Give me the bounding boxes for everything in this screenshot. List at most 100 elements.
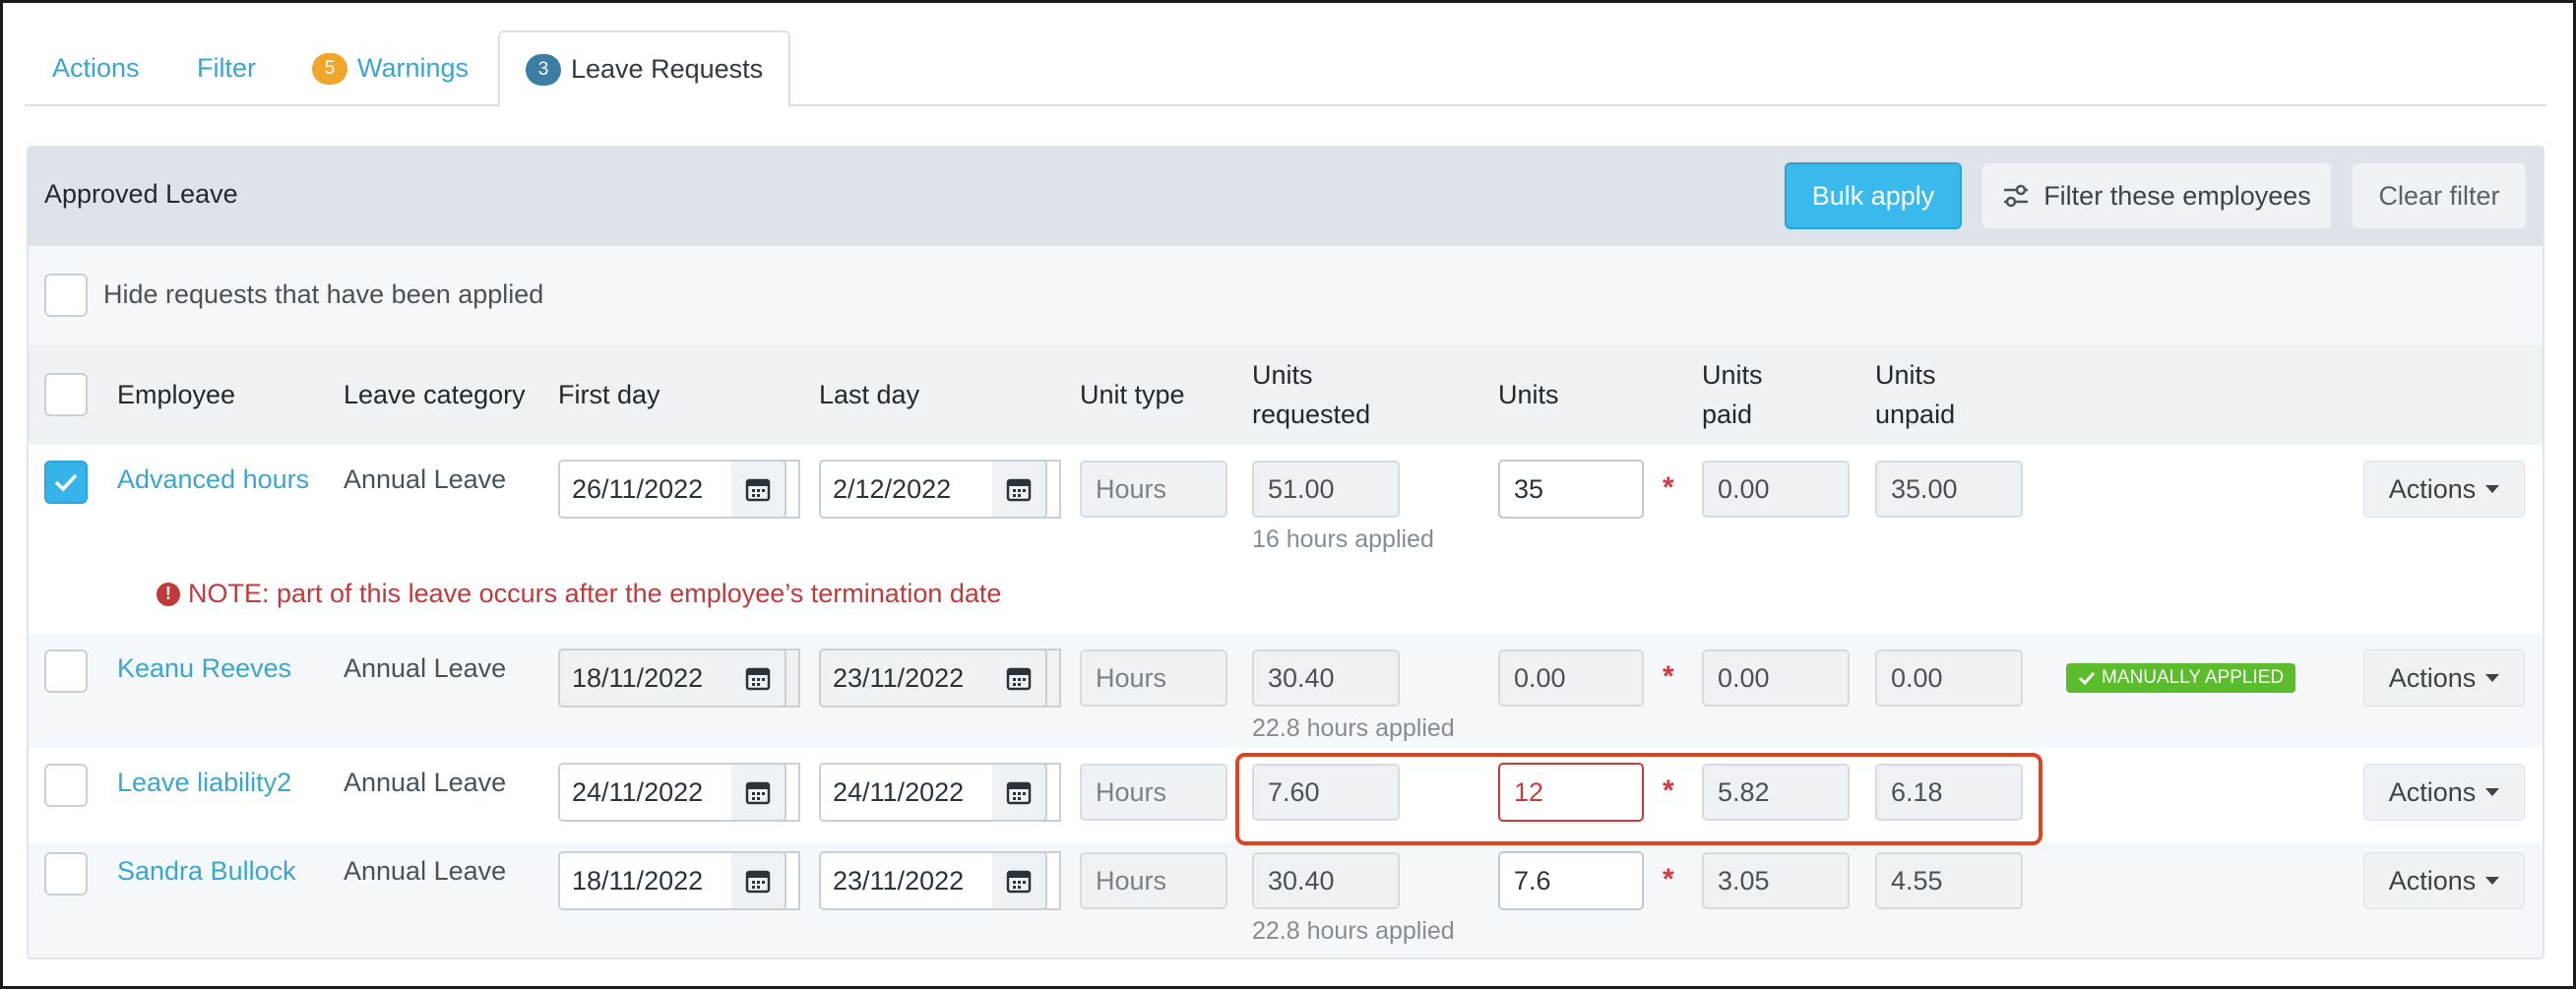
row-checkbox[interactable]: [44, 852, 88, 896]
row-actions-dropdown[interactable]: Actions: [2363, 764, 2525, 821]
units-requested-field: 30.40: [1252, 649, 1400, 707]
col-units-unpaid: Units unpaid: [1875, 355, 1955, 434]
col-employee: Employee: [117, 380, 236, 409]
unit-type-field: Hours: [1080, 852, 1227, 909]
calendar-icon[interactable]: [992, 851, 1047, 910]
col-units-paid-line2: paid: [1702, 400, 1753, 429]
tab-bar: Actions Filter 5 Warnings 3 Leave Reques…: [25, 31, 2546, 108]
highlight-annotation: [1235, 753, 2042, 845]
col-leave-category: Leave category: [344, 380, 526, 409]
filter-employees-button[interactable]: Filter these employees: [1981, 162, 2332, 229]
calendar-icon[interactable]: [731, 851, 786, 910]
check-icon: [2078, 671, 2096, 686]
leave-category: Annual Leave: [344, 768, 507, 797]
col-units: Units: [1498, 380, 1559, 409]
row-actions-dropdown[interactable]: Actions: [2363, 649, 2525, 707]
employee-link[interactable]: Keanu Reeves: [117, 653, 291, 684]
row-actions-label: Actions: [2388, 662, 2477, 693]
manually-applied-badge: MANUALLY APPLIED: [2066, 663, 2296, 693]
employee-link[interactable]: Sandra Bullock: [117, 856, 296, 887]
col-units-requested-line2: requested: [1252, 400, 1371, 429]
unit-type-field: Hours: [1080, 764, 1227, 821]
units-paid-field: 0.00: [1702, 649, 1850, 707]
caret-down-icon: [2485, 788, 2500, 796]
tab-filter-label: Filter: [197, 53, 256, 83]
row-actions-dropdown[interactable]: Actions: [2363, 461, 2525, 518]
col-units-unpaid-line2: unpaid: [1875, 400, 1956, 429]
leave-category: Annual Leave: [344, 464, 507, 494]
tab-leave-requests-label: Leave Requests: [571, 54, 764, 84]
calendar-icon: [731, 649, 786, 708]
row-actions-dropdown[interactable]: Actions: [2363, 852, 2525, 909]
calendar-icon[interactable]: [731, 763, 786, 822]
units-input[interactable]: 7.6: [1498, 851, 1644, 910]
tab-actions[interactable]: Actions: [52, 31, 140, 106]
employee-link[interactable]: Advanced hours: [117, 464, 309, 495]
calendar-icon: [992, 649, 1047, 708]
unit-type-field: Hours: [1080, 461, 1227, 518]
filter-employees-label: Filter these employees: [2043, 180, 2311, 211]
units-requested-field: 30.40: [1252, 852, 1400, 909]
termination-warning: ! NOTE: part of this leave occurs after …: [157, 579, 1001, 609]
col-units-requested-line1: Units: [1252, 360, 1313, 390]
caret-down-icon: [2485, 674, 2500, 682]
last-day-picker: 24/11/2022: [819, 763, 1305, 822]
units-unpaid-field: 4.55: [1875, 852, 2023, 909]
calendar-icon[interactable]: [731, 460, 786, 519]
col-units-requested: Units requested: [1252, 355, 1370, 434]
hours-applied-note: 16 hours applied: [1252, 525, 1434, 553]
row-actions-label: Actions: [2388, 776, 2477, 807]
required-marker: *: [1663, 863, 1674, 896]
manually-applied-label: MANUALLY APPLIED: [2102, 667, 2285, 688]
col-unit-type: Unit type: [1080, 380, 1185, 409]
table-header: Employee Leave category First day Last d…: [29, 344, 2543, 445]
sliders-icon: [2004, 184, 2029, 208]
leave-requests-count-badge: 3: [526, 53, 561, 86]
required-marker: *: [1663, 660, 1674, 693]
panel-header: Approved Leave Bulk apply Filter these e…: [29, 148, 2543, 246]
row-checkbox[interactable]: [44, 461, 88, 504]
table-row: Keanu Reeves Annual Leave 18/11/2022 23/…: [29, 634, 2543, 748]
row-actions-label: Actions: [2388, 473, 2477, 504]
tab-warnings[interactable]: 5 Warnings: [312, 31, 469, 106]
panel-title: Approved Leave: [44, 179, 238, 209]
tab-filter[interactable]: Filter: [197, 31, 256, 106]
calendar-icon[interactable]: [992, 460, 1047, 519]
last-day-picker: 23/11/2022: [819, 851, 1305, 910]
row-actions-label: Actions: [2388, 865, 2477, 896]
hide-applied-label: Hide requests that have been applied: [103, 279, 544, 309]
bulk-apply-button[interactable]: Bulk apply: [1785, 162, 1962, 229]
units-unpaid-field: 35.00: [1875, 461, 2023, 518]
table-row: Advanced hours Annual Leave 26/11/2022 2…: [29, 445, 2543, 634]
leave-category: Annual Leave: [344, 856, 507, 886]
clear-filter-button[interactable]: Clear filter: [2352, 162, 2527, 229]
last-day-picker: 23/11/2022: [819, 649, 1305, 708]
last-day-picker: 2/12/2022: [819, 460, 1305, 519]
unit-type-field: Hours: [1080, 649, 1227, 707]
warnings-count-badge: 5: [312, 52, 347, 85]
exclamation-icon: !: [157, 582, 180, 606]
hide-applied-row: Hide requests that have been applied: [29, 246, 2543, 344]
hours-applied-note: 22.8 hours applied: [1252, 714, 1455, 742]
col-units-paid-line1: Units: [1702, 360, 1763, 390]
hours-applied-note: 22.8 hours applied: [1252, 917, 1455, 945]
calendar-icon[interactable]: [992, 763, 1047, 822]
units-input[interactable]: 35: [1498, 460, 1644, 519]
units-requested-field: 51.00: [1252, 461, 1400, 518]
leave-category: Annual Leave: [344, 653, 507, 683]
units-paid-field: 0.00: [1702, 461, 1850, 518]
required-marker: *: [1663, 471, 1674, 504]
select-all-checkbox[interactable]: [44, 373, 88, 416]
units-field: 0.00: [1498, 649, 1644, 707]
termination-warning-text: NOTE: part of this leave occurs after th…: [188, 579, 1002, 608]
employee-link[interactable]: Leave liability2: [117, 768, 291, 798]
row-checkbox[interactable]: [44, 764, 88, 807]
checkmark-icon: [54, 473, 78, 492]
hide-applied-checkbox[interactable]: [44, 274, 88, 317]
col-first-day: First day: [558, 380, 660, 409]
tab-actions-label: Actions: [52, 53, 140, 83]
col-last-day: Last day: [819, 380, 920, 409]
tab-warnings-label: Warnings: [357, 53, 470, 83]
row-checkbox[interactable]: [44, 649, 88, 693]
tab-leave-requests[interactable]: 3 Leave Requests: [498, 31, 791, 108]
